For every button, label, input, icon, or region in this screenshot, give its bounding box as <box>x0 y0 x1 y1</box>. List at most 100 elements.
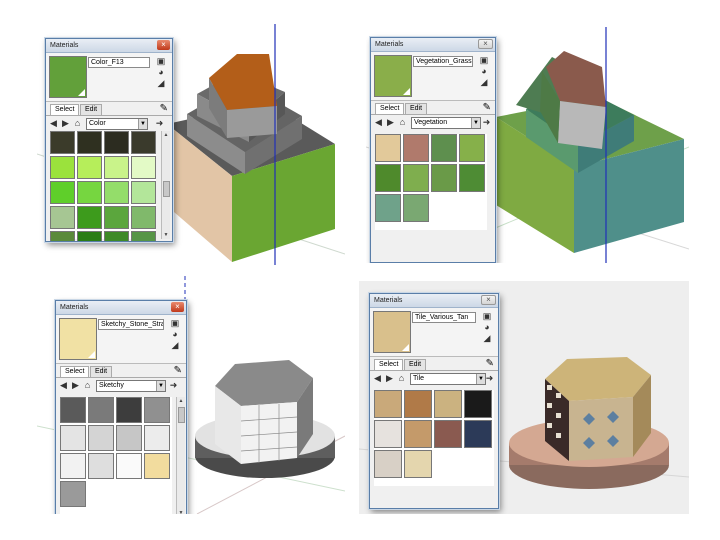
material-thumbnail[interactable] <box>116 453 142 479</box>
sample-paint-icon[interactable]: ✎ <box>486 357 494 370</box>
material-thumbnail[interactable] <box>77 206 102 229</box>
material-thumbnail[interactable] <box>104 156 129 179</box>
home-icon[interactable]: ⌂ <box>82 380 93 391</box>
home-icon[interactable]: ⌂ <box>72 118 83 129</box>
back-arrow-icon[interactable]: ◀ <box>372 373 383 384</box>
materials-panel[interactable]: Materials × Tile_Various_Tan ▣ ◕ ◢ Selec… <box>369 293 499 509</box>
details-arrow-icon[interactable]: ➜ <box>168 380 179 391</box>
material-thumbnail[interactable] <box>104 206 129 229</box>
forward-arrow-icon[interactable]: ▶ <box>384 373 395 384</box>
material-thumbnail[interactable] <box>88 453 114 479</box>
material-thumbnail[interactable] <box>431 134 457 162</box>
details-arrow-icon[interactable]: ➜ <box>154 118 165 129</box>
default-material-icon[interactable]: ◢ <box>478 77 490 88</box>
material-thumbnail[interactable] <box>60 397 86 423</box>
material-thumbnail[interactable] <box>434 390 462 418</box>
library-dropdown[interactable]: Vegetation ▼ <box>411 117 481 129</box>
details-arrow-icon[interactable]: ➜ <box>481 117 492 128</box>
scrollbar[interactable]: ▲ ▼ <box>161 131 170 239</box>
material-thumbnail[interactable] <box>104 131 129 154</box>
material-thumbnail[interactable] <box>403 194 429 222</box>
material-thumbnail[interactable] <box>374 420 402 448</box>
details-arrow-icon[interactable]: ➜ <box>484 373 495 384</box>
back-arrow-icon[interactable]: ◀ <box>373 117 384 128</box>
tab-select[interactable]: Select <box>375 103 405 114</box>
tab-select[interactable]: Select <box>60 366 90 377</box>
material-thumbnail[interactable] <box>60 453 86 479</box>
material-thumbnail[interactable] <box>116 425 142 451</box>
material-thumbnail[interactable] <box>375 134 401 162</box>
sample-paint-icon[interactable]: ✎ <box>174 364 182 377</box>
material-thumbnail[interactable] <box>403 134 429 162</box>
material-thumbnail[interactable] <box>131 206 156 229</box>
default-material-icon[interactable]: ◢ <box>481 333 493 344</box>
material-thumbnail[interactable] <box>60 425 86 451</box>
home-icon[interactable]: ⌂ <box>397 117 408 128</box>
materials-panel[interactable]: Materials × Sketchy_Stone_Straight ▣ ◕ ◢… <box>55 300 187 514</box>
material-thumbnail[interactable] <box>431 164 457 192</box>
sample-paint-icon[interactable]: ✎ <box>483 101 491 114</box>
material-thumbnail[interactable] <box>50 131 75 154</box>
close-icon[interactable]: × <box>171 302 184 312</box>
scene-viewport-vegetation[interactable]: Materials × Vegetation_Grass1 ▣ ◕ ◢ Sele… <box>366 27 689 263</box>
close-icon[interactable]: × <box>478 39 493 49</box>
paint-bucket-icon[interactable]: ◕ <box>169 329 181 340</box>
material-thumbnail[interactable] <box>144 453 170 479</box>
material-thumbnail[interactable] <box>403 164 429 192</box>
forward-arrow-icon[interactable]: ▶ <box>60 118 71 129</box>
close-icon[interactable]: × <box>481 295 496 305</box>
sample-paint-icon[interactable]: ✎ <box>160 102 168 115</box>
material-thumbnail[interactable] <box>50 181 75 204</box>
material-thumbnail[interactable] <box>131 156 156 179</box>
scrollbar[interactable]: ▲ ▼ <box>176 397 185 514</box>
tab-edit[interactable]: Edit <box>90 366 113 377</box>
forward-arrow-icon[interactable]: ▶ <box>385 117 396 128</box>
material-thumbnail[interactable] <box>144 425 170 451</box>
material-name-field[interactable]: Sketchy_Stone_Straight <box>98 319 164 330</box>
material-thumbnail[interactable] <box>88 425 114 451</box>
tab-select[interactable]: Select <box>374 359 404 370</box>
material-thumbnail[interactable] <box>77 181 102 204</box>
default-material-icon[interactable]: ◢ <box>169 340 181 351</box>
material-thumbnail[interactable] <box>50 206 75 229</box>
material-name-field[interactable]: Color_F13 <box>88 57 150 68</box>
material-thumbnail[interactable] <box>116 397 142 423</box>
close-icon[interactable]: × <box>157 40 170 50</box>
material-thumbnail[interactable] <box>404 450 432 478</box>
material-thumbnail[interactable] <box>374 390 402 418</box>
scene-viewport-color[interactable]: Materials × Color_F13 ▣ ◕ ◢ Select Edit … <box>37 24 345 265</box>
material-thumbnail[interactable] <box>50 156 75 179</box>
material-thumbnail[interactable] <box>464 420 492 448</box>
material-thumbnail[interactable] <box>131 131 156 154</box>
material-thumbnail[interactable] <box>144 397 170 423</box>
forward-arrow-icon[interactable]: ▶ <box>70 380 81 391</box>
tab-edit[interactable]: Edit <box>80 104 103 115</box>
material-thumbnail[interactable] <box>60 481 86 507</box>
material-thumbnail[interactable] <box>434 420 462 448</box>
home-icon[interactable]: ⌂ <box>396 373 407 384</box>
material-name-field[interactable]: Tile_Various_Tan <box>412 312 476 323</box>
material-thumbnail[interactable] <box>131 181 156 204</box>
material-thumbnail[interactable] <box>77 231 102 241</box>
tab-select[interactable]: Select <box>50 104 80 115</box>
material-name-field[interactable]: Vegetation_Grass1 <box>413 56 473 67</box>
back-arrow-icon[interactable]: ◀ <box>48 118 59 129</box>
scene-viewport-sketchy[interactable]: Materials × Sketchy_Stone_Straight ▣ ◕ ◢… <box>37 276 345 514</box>
material-thumbnail[interactable] <box>88 397 114 423</box>
material-thumbnail[interactable] <box>77 156 102 179</box>
create-material-icon[interactable]: ▣ <box>169 318 181 329</box>
create-material-icon[interactable]: ▣ <box>478 55 490 66</box>
create-material-icon[interactable]: ▣ <box>155 56 167 67</box>
create-material-icon[interactable]: ▣ <box>481 311 493 322</box>
material-thumbnail[interactable] <box>375 194 401 222</box>
material-thumbnail[interactable] <box>131 231 156 241</box>
material-thumbnail[interactable] <box>375 164 401 192</box>
back-arrow-icon[interactable]: ◀ <box>58 380 69 391</box>
scene-viewport-tile[interactable]: Materials × Tile_Various_Tan ▣ ◕ ◢ Selec… <box>359 281 689 514</box>
paint-bucket-icon[interactable]: ◕ <box>478 66 490 77</box>
material-thumbnail[interactable] <box>374 450 402 478</box>
materials-panel[interactable]: Materials × Vegetation_Grass1 ▣ ◕ ◢ Sele… <box>370 37 496 263</box>
material-thumbnail[interactable] <box>459 134 485 162</box>
paint-bucket-icon[interactable]: ◕ <box>155 67 167 78</box>
material-thumbnail[interactable] <box>459 164 485 192</box>
